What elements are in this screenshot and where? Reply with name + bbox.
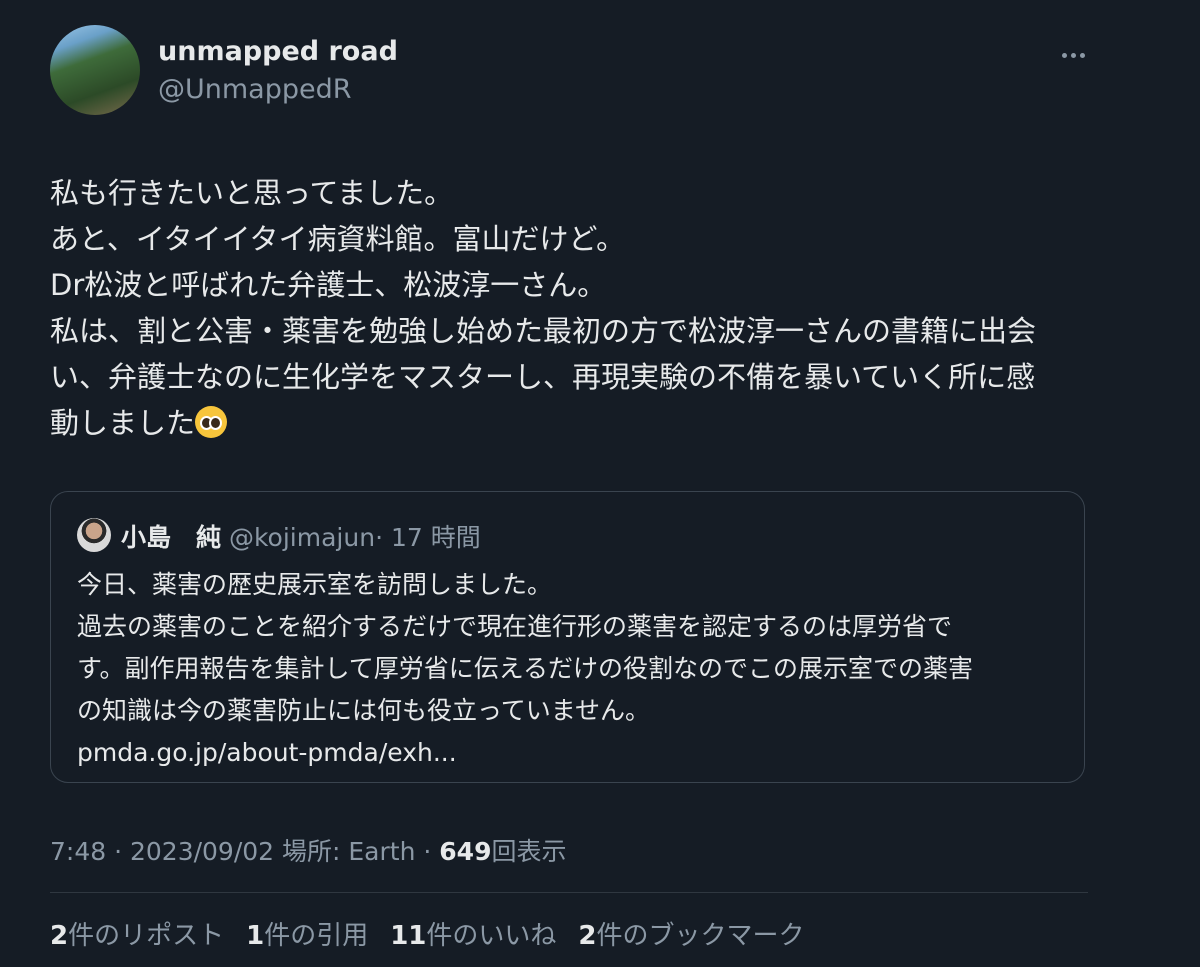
quote-line: す。副作用報告を集計して厚労省に伝えるだけの役割なのでこの展示室での薬害 (77, 654, 974, 683)
author-handle[interactable]: @UnmappedR (158, 74, 352, 105)
stat-label: 件のいいね (426, 921, 557, 951)
quote-text: 今日、薬害の歴史展示室を訪問しました。 過去の薬害のことを紹介するだけで現在進行… (77, 564, 1067, 774)
quote-line: 今日、薬害の歴史展示室を訪問しました。 (77, 570, 553, 599)
author-name[interactable]: unmapped road (158, 36, 398, 67)
engagement-stats: 2件のリポスト 1件の引用 11件のいいね 2件のブックマーク (50, 915, 805, 952)
stat-count: 11 (390, 921, 427, 951)
quote-link[interactable]: pmda.go.jp/about-pmda/exh... (77, 732, 1067, 774)
quote-header: 小島 純 @kojimajun· 17 時間 (121, 518, 481, 554)
tweet-line: Dr松波と呼ばれた弁護士、松波淳一さん。 (50, 268, 607, 302)
views-count: 649 (439, 837, 492, 866)
tweet-text: 私も行きたいと思ってました。 あと、イタイイタイ病資料館。富山だけど。 Dr松波… (50, 170, 1110, 446)
tweet-meta: 7:48 · 2023/09/02 場所: Earth · 649回表示 (50, 832, 566, 868)
tweet-line: あと、イタイイタイ病資料館。富山だけど。 (50, 222, 626, 256)
quote-line: 過去の薬害のことを紹介するだけで現在進行形の薬害を認定するのは厚労省で (77, 612, 953, 641)
tweet-line: 動しました (50, 406, 196, 440)
stat-label: 件のブックマーク (596, 921, 805, 951)
quoted-tweet[interactable]: 小島 純 @kojimajun· 17 時間 今日、薬害の歴史展示室を訪問しまし… (50, 491, 1085, 783)
stat-label: 件の引用 (264, 921, 369, 951)
views-label: 回表示 (491, 837, 567, 866)
divider (50, 892, 1088, 893)
quote-timestamp: · 17 時間 (375, 523, 481, 552)
stat-quotes[interactable]: 1件の引用 (246, 915, 368, 952)
tweet-line: 私も行きたいと思ってました。 (50, 176, 454, 210)
quote-author-handle[interactable]: @kojimajun (229, 523, 375, 552)
stat-count: 2 (578, 921, 597, 951)
tweet-line: 私は、割と公害・薬害を勉強し始めた最初の方で松波淳一さんの書籍に出会 (50, 314, 1037, 348)
quote-author-name[interactable]: 小島 純 (121, 523, 221, 552)
stat-reposts[interactable]: 2件のリポスト (50, 915, 224, 952)
stat-count: 2 (50, 921, 69, 951)
stat-likes[interactable]: 11件のいいね (390, 915, 556, 952)
stat-count: 1 (246, 921, 265, 951)
more-options-icon[interactable] (1058, 40, 1088, 70)
tweet-time-location[interactable]: 7:48 · 2023/09/02 場所: Earth · (50, 837, 439, 866)
author-avatar[interactable] (50, 25, 140, 115)
tweet-line-last: 動しました (50, 400, 1110, 446)
stat-label: 件のリポスト (68, 921, 225, 951)
pleading-face-emoji-icon (195, 406, 228, 438)
quote-author-avatar[interactable] (77, 518, 111, 552)
quote-line: の知識は今の薬害防止には何も役立っていません。 (77, 696, 651, 725)
stat-bookmarks[interactable]: 2件のブックマーク (578, 915, 804, 952)
tweet-line: い、弁護士なのに生化学をマスターし、再現実験の不備を暴いていく所に感 (50, 360, 1036, 394)
